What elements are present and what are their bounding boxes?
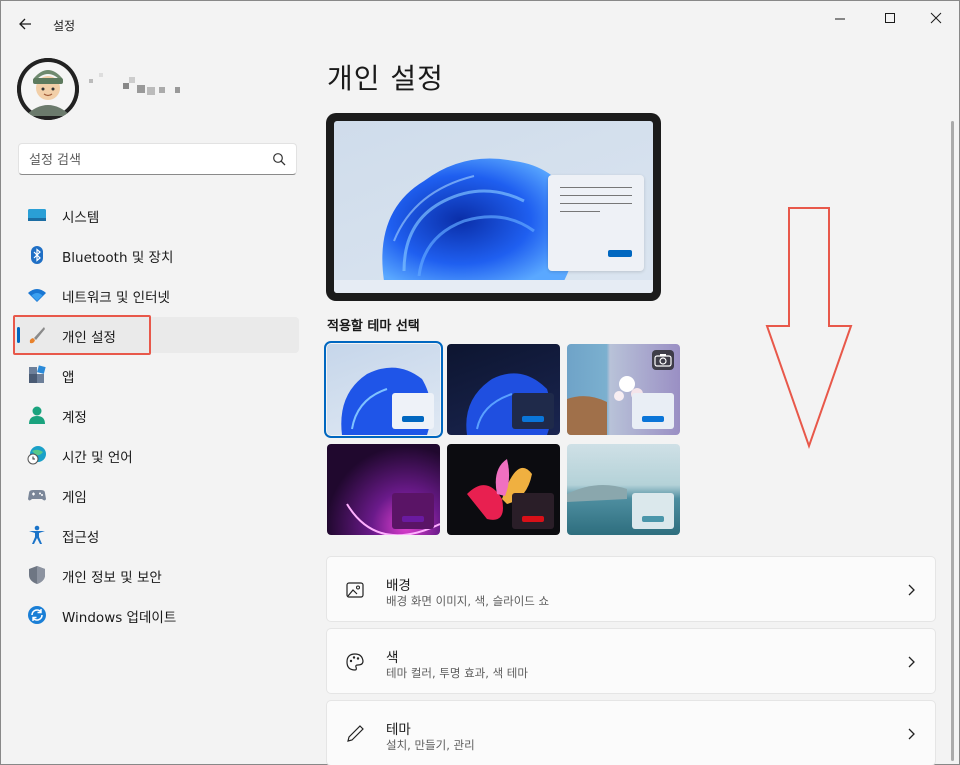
person-icon — [29, 406, 45, 424]
search-input[interactable] — [29, 150, 259, 170]
close-icon[interactable] — [915, 7, 957, 31]
card-colors[interactable]: 색 테마 컬러, 투명 효과, 색 테마 — [326, 628, 936, 694]
palette-icon — [346, 653, 364, 671]
theme-captured-motion[interactable] — [447, 444, 560, 535]
apps-icon — [29, 365, 46, 383]
preview-taskbar — [334, 280, 653, 293]
window-title: 설정 — [53, 19, 76, 33]
bluetooth-icon — [31, 246, 43, 264]
sidebar-item-personalization[interactable]: 개인 설정 — [13, 317, 299, 353]
scrollbar[interactable] — [951, 121, 954, 761]
sidebar-item-bluetooth[interactable]: Bluetooth 및 장치 — [13, 237, 299, 273]
paintbrush-icon — [29, 327, 45, 344]
theme-preview — [326, 113, 661, 301]
sidebar-item-label: 개인 설정 — [62, 330, 116, 346]
sidebar-item-label: 앱 — [62, 370, 75, 386]
card-background[interactable]: 배경 배경 화면 이미지, 색, 슬라이드 쇼 — [326, 556, 936, 622]
theme-flow[interactable] — [567, 444, 680, 535]
search-icon[interactable] — [272, 152, 286, 166]
minimize-icon[interactable] — [819, 7, 861, 31]
preview-window — [548, 175, 644, 271]
theme-windows-dark[interactable] — [447, 344, 560, 435]
sidebar-item-apps[interactable]: 앱 — [13, 357, 299, 393]
chevron-right-icon — [908, 728, 915, 740]
theme-windows-light[interactable] — [324, 341, 443, 438]
sidebar-item-windows-update[interactable]: Windows 업데이트 — [13, 597, 299, 633]
back-arrow-icon[interactable] — [15, 13, 37, 35]
globe-clock-icon — [27, 446, 46, 465]
page-title: 개인 설정 — [327, 62, 444, 95]
theme-grid — [324, 341, 683, 536]
sidebar-item-label: 게임 — [62, 490, 87, 506]
card-themes[interactable]: 테마 설치, 만들기, 관리 — [326, 700, 936, 765]
sidebar-item-accessibility[interactable]: 접근성 — [13, 517, 299, 553]
avatar[interactable] — [17, 58, 79, 120]
active-indicator — [17, 327, 20, 343]
theme-glow[interactable] — [327, 444, 440, 535]
shield-icon — [29, 566, 45, 584]
sidebar-item-gaming[interactable]: 게임 — [13, 477, 299, 513]
card-title: 색 — [386, 650, 399, 666]
sidebar-item-label: 시간 및 언어 — [62, 450, 133, 466]
card-subtitle: 설치, 만들기, 관리 — [386, 738, 475, 752]
theme-section-title: 적용할 테마 선택 — [327, 319, 420, 334]
wifi-icon — [28, 289, 46, 302]
annotation-down-arrow — [765, 207, 853, 450]
card-title: 배경 — [386, 578, 411, 594]
image-icon — [346, 582, 364, 598]
sidebar-item-label: 시스템 — [62, 210, 100, 226]
update-icon — [28, 606, 46, 624]
card-title: 테마 — [386, 722, 411, 738]
pen-icon — [347, 725, 364, 742]
sidebar-item-label: 계정 — [62, 410, 87, 426]
sidebar-item-label: 개인 정보 및 보안 — [62, 570, 162, 586]
settings-cards: 배경 배경 화면 이미지, 색, 슬라이드 쇼 색 테마 컬러, 투명 효과, … — [326, 556, 936, 765]
accessibility-icon — [29, 525, 45, 544]
sidebar-item-network[interactable]: 네트워크 및 인터넷 — [13, 277, 299, 313]
sidebar-item-label: Windows 업데이트 — [62, 610, 177, 626]
sidebar-item-label: 접근성 — [62, 530, 100, 546]
sidebar-item-accounts[interactable]: 계정 — [13, 397, 299, 433]
card-subtitle: 테마 컬러, 투명 효과, 색 테마 — [386, 666, 528, 680]
sidebar-item-privacy[interactable]: 개인 정보 및 보안 — [13, 557, 299, 593]
sidebar-item-system[interactable]: 시스템 — [13, 197, 299, 233]
monitor-icon — [28, 209, 46, 221]
sidebar-item-time-language[interactable]: 시간 및 언어 — [13, 437, 299, 473]
title-bar: 설정 — [1, 1, 959, 49]
search-box[interactable] — [18, 143, 297, 175]
maximize-icon[interactable] — [869, 7, 911, 31]
chevron-right-icon — [908, 584, 915, 596]
camera-icon — [652, 350, 674, 370]
sidebar-item-label: Bluetooth 및 장치 — [62, 250, 174, 266]
username-redacted — [89, 73, 180, 95]
sidebar-nav: 시스템 Bluetooth 및 장치 네트워크 및 인터넷 개인 설정 앱 계정… — [13, 197, 299, 637]
gamepad-icon — [28, 490, 46, 501]
theme-spotlight[interactable] — [567, 344, 680, 435]
sidebar-item-label: 네트워크 및 인터넷 — [62, 290, 170, 306]
card-subtitle: 배경 화면 이미지, 색, 슬라이드 쇼 — [386, 594, 550, 608]
chevron-right-icon — [908, 656, 915, 668]
